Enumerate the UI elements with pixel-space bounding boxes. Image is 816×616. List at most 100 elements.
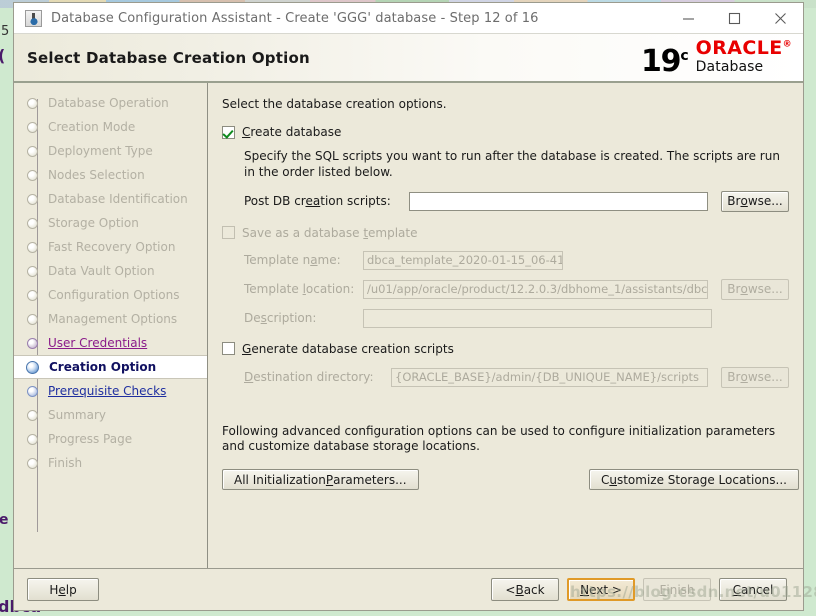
- wizard-step-dot-icon: [27, 97, 38, 109]
- template-location-input[interactable]: /u01/app/oracle/product/12.2.0.3/dbhome_…: [363, 279, 708, 299]
- wizard-step-dot-icon: [27, 241, 38, 253]
- wizard-step-dot-icon: [27, 313, 38, 325]
- create-database-checkbox-row[interactable]: Create database: [222, 125, 789, 139]
- sidebar-item-fast-recovery-option: Fast Recovery Option: [14, 235, 207, 259]
- wizard-step-dot-icon: [27, 265, 38, 277]
- maximize-icon[interactable]: [711, 3, 757, 33]
- wizard-step-dot-icon: [27, 457, 38, 469]
- wizard-step-dot-icon: [27, 169, 38, 181]
- sidebar-item-label: Creation Mode: [48, 120, 136, 134]
- sidebar-item-label: Summary: [48, 408, 106, 422]
- wizard-step-list: Database Operation Creation Mode Deploymen…: [14, 91, 207, 475]
- save-template-label: Save as a database template: [242, 225, 418, 240]
- wizard-step-dot-icon: [26, 360, 39, 374]
- back-button[interactable]: < Back: [491, 578, 559, 601]
- wizard-step-dot-icon: [27, 193, 38, 205]
- wizard-step-dot-icon: [27, 145, 38, 157]
- advanced-options-text: Following advanced configuration options…: [222, 423, 776, 454]
- sidebar-item-label: Data Vault Option: [48, 264, 155, 278]
- desktop-left-number: 5: [1, 24, 10, 39]
- oracle-registered-mark: ®: [782, 39, 792, 50]
- sidebar-item-label: Fast Recovery Option: [48, 240, 176, 254]
- sidebar-item-configuration-options: Configuration Options: [14, 283, 207, 307]
- minimize-icon[interactable]: [665, 3, 711, 33]
- destination-directory-block: Destination directory: {ORACLE_BASE}/adm…: [244, 366, 789, 388]
- create-database-label: Create database: [242, 125, 342, 139]
- template-location-row: Template location: /u01/app/oracle/produ…: [244, 278, 789, 300]
- sidebar-item-label: Finish: [48, 456, 83, 470]
- generate-scripts-checkbox-row[interactable]: Generate database creation scripts: [222, 342, 789, 356]
- finish-button[interactable]: Finish: [643, 578, 711, 601]
- sidebar-item-creation-option[interactable]: Creation Option: [14, 355, 207, 379]
- oracle-brand-text: ORACLE®: [695, 36, 792, 59]
- sidebar-item-label: Deployment Type: [48, 144, 153, 158]
- sidebar-item-label: User Credentials: [48, 336, 148, 350]
- wizard-step-dot-icon: [27, 385, 38, 397]
- save-template-checkbox-row[interactable]: Save as a database template: [222, 226, 789, 240]
- footer-button-bar: Help https://blog.csdn.net/u011285703 < …: [14, 568, 816, 610]
- sidebar-item-storage-option: Storage Option: [14, 211, 207, 235]
- page-header: Select Database Creation Option 19c ORAC…: [14, 34, 803, 83]
- logo-version-number: 19: [641, 43, 682, 79]
- sidebar-item-label: Storage Option: [48, 216, 139, 230]
- wizard-step-dot-icon: [27, 337, 38, 349]
- destination-directory-label: Destination directory:: [244, 370, 374, 385]
- logo-version-suffix: c: [680, 47, 689, 64]
- scripts-description-text: Specify the SQL scripts you want to run …: [244, 149, 780, 179]
- template-location-label: Template location:: [244, 282, 355, 297]
- window-body: Database Operation Creation Mode Deploymen…: [14, 83, 803, 568]
- generate-scripts-checkbox[interactable]: [222, 342, 235, 356]
- sidebar-item-data-vault-option: Data Vault Option: [14, 259, 207, 283]
- sidebar-item-deployment-type: Deployment Type: [14, 139, 207, 163]
- content-pane: Select the database creation options. Cr…: [208, 83, 803, 568]
- create-database-options-block: Specify the SQL scripts you want to run …: [244, 149, 789, 212]
- sidebar-item-summary: Summary: [14, 403, 207, 427]
- intro-text: Select the database creation options.: [222, 97, 447, 111]
- create-database-checkbox[interactable]: [222, 125, 235, 139]
- template-description-label: Description:: [244, 311, 317, 326]
- sidebar-item-label: Management Options: [48, 312, 178, 326]
- window-title: Database Configuration Assistant - Creat…: [51, 10, 539, 26]
- sidebar-item-label: Database Operation: [48, 96, 169, 110]
- wizard-sidebar: Database Operation Creation Mode Deploymen…: [14, 83, 208, 568]
- desktop-left-text-1: (: [0, 46, 5, 65]
- oracle-database-logo: 19c ORACLE® Database: [641, 36, 792, 79]
- wizard-step-dot-icon: [27, 289, 38, 301]
- template-description-input[interactable]: [363, 308, 712, 328]
- post-db-scripts-browse-button[interactable]: Br o wse...: [721, 190, 789, 212]
- template-location-browse-button[interactable]: Br o wse...: [721, 278, 789, 300]
- cancel-button[interactable]: Cancel: [719, 578, 787, 601]
- destination-directory-browse-button[interactable]: Br o wse...: [721, 366, 789, 388]
- template-name-input[interactable]: dbca_template_2020-01-15_06-41-4: [363, 250, 563, 270]
- post-db-scripts-input[interactable]: [409, 191, 708, 211]
- java-coffee-cup-icon: [25, 9, 42, 27]
- navigation-buttons: < Back Next > Finish Cancel: [491, 578, 787, 601]
- oracle-brand-label: ORACLE: [695, 36, 783, 59]
- sidebar-item-finish: Finish: [14, 451, 207, 475]
- template-name-row: Template name: dbca_template_2020-01-15_…: [244, 250, 789, 270]
- sidebar-item-label: Database Identification: [48, 192, 188, 206]
- all-initialization-parameters-button[interactable]: All Initialization Parameters...: [222, 469, 419, 491]
- template-fields-block: Template name: dbca_template_2020-01-15_…: [244, 250, 789, 328]
- save-template-checkbox[interactable]: [222, 226, 235, 240]
- page-title: Select Database Creation Option: [27, 48, 310, 67]
- customize-storage-locations-button[interactable]: Cu stomize Storage Locations...: [588, 469, 799, 491]
- post-db-scripts-row: Post DB creation scripts: Br o wse...: [244, 190, 789, 212]
- generate-scripts-label: Generate database creation scripts: [242, 341, 454, 356]
- sidebar-item-database-identification: Database Identification: [14, 187, 207, 211]
- template-description-row: Description:: [244, 308, 789, 328]
- wizard-step-dot-icon: [27, 217, 38, 229]
- sidebar-item-progress-page: Progress Page: [14, 427, 207, 451]
- wizard-step-dot-icon: [27, 121, 38, 133]
- next-button[interactable]: Next >: [567, 578, 635, 601]
- destination-directory-input[interactable]: {ORACLE_BASE}/admin/{DB_UNIQUE_NAME}/scr…: [391, 367, 708, 387]
- wizard-step-dot-icon: [27, 409, 38, 421]
- sidebar-item-user-credentials[interactable]: User Credentials: [14, 331, 207, 355]
- destination-directory-row: Destination directory: {ORACLE_BASE}/adm…: [244, 366, 789, 388]
- oracle-wordmark: ORACLE® Database: [695, 36, 792, 75]
- desktop-left-text-2: e: [0, 512, 9, 528]
- help-button[interactable]: He lp: [27, 578, 99, 601]
- close-icon[interactable]: [757, 3, 803, 33]
- title-bar: Database Configuration Assistant - Creat…: [14, 3, 803, 34]
- sidebar-item-prerequisite-checks[interactable]: Prerequisite Checks: [14, 379, 207, 403]
